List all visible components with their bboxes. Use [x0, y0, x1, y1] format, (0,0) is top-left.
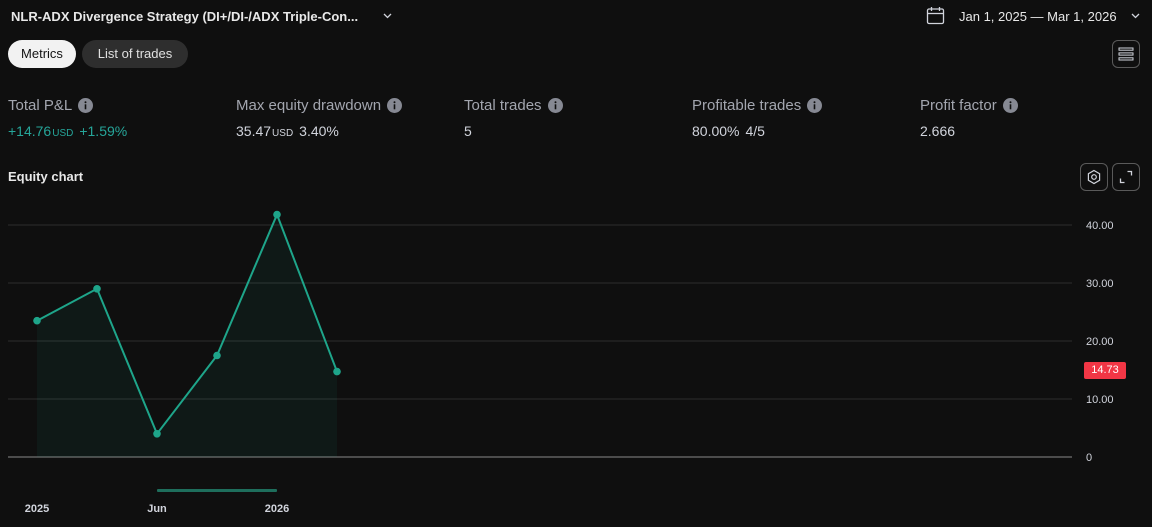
- metric-profit-factor: Profit factor 2.666: [920, 96, 1018, 139]
- expand-icon: [1119, 170, 1133, 184]
- metric-ratio: 4/5: [745, 123, 765, 139]
- equity-point: [213, 351, 221, 360]
- equity-point: [33, 316, 41, 325]
- equity-point: [93, 285, 101, 293]
- y-tick-label: 20.00: [1086, 336, 1114, 348]
- info-icon[interactable]: [387, 97, 403, 113]
- equity-point: [333, 367, 341, 376]
- metric-profitable-trades: Profitable trades 80.00% 4/5: [692, 96, 823, 139]
- chart-settings-button[interactable]: [1080, 163, 1108, 191]
- x-tick-label: Jun: [147, 503, 167, 515]
- metric-max-drawdown: Max equity drawdown 35.47USD 3.40%: [236, 96, 403, 139]
- tab-list-of-trades[interactable]: List of trades: [82, 40, 188, 68]
- calendar-icon[interactable]: [926, 6, 945, 25]
- y-tick-label: 30.00: [1086, 278, 1114, 290]
- chevron-down-icon[interactable]: [383, 13, 392, 19]
- last-value-badge: 14.73: [1084, 362, 1126, 379]
- menu-button[interactable]: [1112, 40, 1140, 68]
- range-bar: [157, 489, 277, 492]
- settings-icon: [1087, 169, 1101, 185]
- metric-label: Profitable trades: [692, 96, 802, 114]
- metric-label: Total trades: [464, 96, 542, 114]
- y-tick-label: 10.00: [1086, 394, 1114, 406]
- header: NLR-ADX Divergence Strategy (DI+/DI-/ADX…: [0, 0, 1152, 34]
- info-icon[interactable]: [1002, 97, 1018, 113]
- date-range[interactable]: Jan 1, 2025 — Mar 1, 2026: [959, 9, 1117, 24]
- equity-point: [153, 430, 161, 438]
- info-icon[interactable]: [807, 97, 823, 113]
- y-tick-label: 40.00: [1086, 220, 1114, 232]
- metric-value: 2.666: [920, 123, 956, 139]
- metric-total-trades: Total trades 5: [464, 96, 563, 139]
- metric-label: Profit factor: [920, 96, 997, 114]
- list-icon: [1118, 47, 1134, 61]
- info-icon[interactable]: [547, 97, 563, 113]
- metric-value: 80.00%: [692, 123, 740, 139]
- x-tick-label: 2025: [25, 503, 49, 515]
- metric-total-pnl: Total P&L +14.76USD +1.59%: [8, 96, 128, 140]
- chart-expand-button[interactable]: [1112, 163, 1140, 191]
- metric-unit: USD: [52, 128, 74, 139]
- metric-value: 35.47: [236, 123, 272, 139]
- metric-value: +14.76: [8, 123, 52, 139]
- metric-label: Total P&L: [8, 96, 73, 114]
- equity-point: [273, 210, 281, 219]
- tab-metrics[interactable]: Metrics: [8, 40, 76, 68]
- chevron-down-icon[interactable]: [1131, 13, 1140, 19]
- equity-area: [37, 214, 337, 457]
- y-tick-label: 0: [1086, 452, 1092, 464]
- metric-label: Max equity drawdown: [236, 96, 382, 114]
- equity-chart-title: Equity chart: [8, 169, 84, 184]
- x-tick-label: 2026: [265, 503, 289, 515]
- strategy-title[interactable]: NLR-ADX Divergence Strategy (DI+/DI-/ADX…: [11, 9, 358, 24]
- info-icon[interactable]: [78, 97, 94, 113]
- metric-percent: 3.40%: [299, 123, 339, 139]
- equity-chart[interactable]: 0 10.00 20.00 30.00 40.00 2025 Jun 2026: [0, 190, 1152, 527]
- metric-value: 5: [464, 123, 472, 139]
- metric-unit: USD: [272, 128, 294, 139]
- metric-percent: +1.59%: [79, 123, 128, 139]
